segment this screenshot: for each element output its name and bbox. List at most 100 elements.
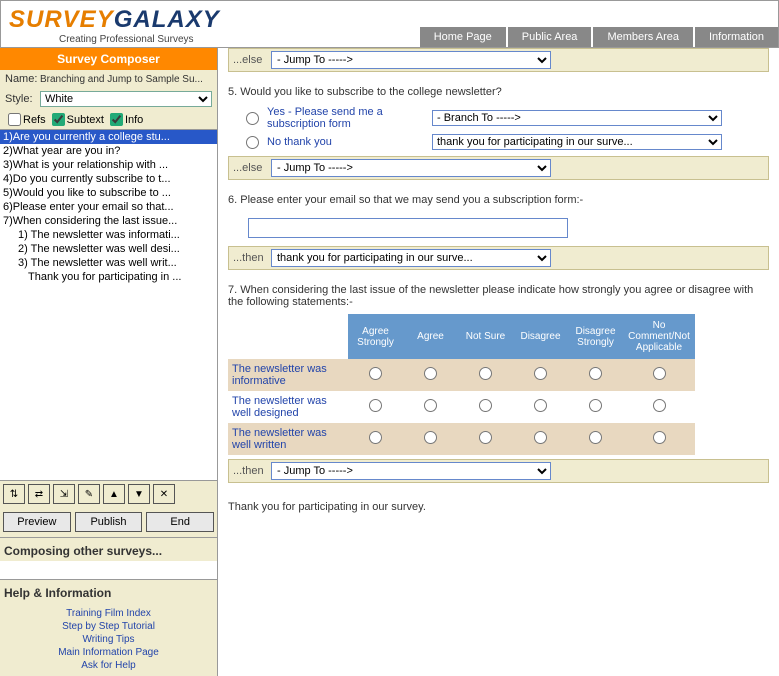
matrix-radio[interactable] — [534, 399, 547, 412]
q6-text: 6. Please enter your email so that we ma… — [228, 194, 769, 206]
q5-option-no: No thank you thank you for participating… — [228, 132, 769, 152]
q5-opt2-select[interactable]: thank you for participating in our surve… — [432, 134, 722, 150]
tool-btn[interactable]: ⇅ — [3, 484, 25, 504]
question-subitem[interactable]: 3) The newsletter was well writ... — [0, 256, 217, 270]
display-toggles: Refs Subtext Info — [0, 110, 217, 129]
refs-check[interactable]: Refs — [8, 113, 46, 126]
question-item[interactable]: 5)Would you like to subscribe to ... — [0, 186, 217, 200]
tool-btn[interactable]: ⇄ — [28, 484, 50, 504]
help-link[interactable]: Step by Step Tutorial — [4, 620, 213, 633]
help-link[interactable]: Ask for Help — [4, 659, 213, 672]
question-subitem[interactable]: 2) The newsletter was well desi... — [0, 242, 217, 256]
matrix-radio[interactable] — [369, 367, 382, 380]
else-label: ...else — [233, 162, 271, 174]
q7-then-select[interactable]: - Jump To -----> — [271, 462, 551, 480]
logo-tagline: Creating Professional Surveys — [9, 34, 299, 47]
matrix-radio[interactable] — [534, 431, 547, 444]
question-item[interactable]: 6)Please enter your email so that... — [0, 200, 217, 214]
q6-then-select[interactable]: thank you for participating in our surve… — [271, 249, 551, 267]
matrix-row: The newsletter was well designed — [228, 391, 695, 423]
col-head: Agree Strongly — [348, 314, 403, 359]
col-head: Not Sure — [458, 314, 513, 359]
matrix-radio[interactable] — [589, 399, 602, 412]
thanks-text: Thank you for participating in our surve… — [228, 501, 769, 513]
survey-style-row: Style: White — [0, 88, 217, 110]
matrix-radio[interactable] — [653, 431, 666, 444]
matrix-radio[interactable] — [534, 367, 547, 380]
matrix-radio[interactable] — [653, 399, 666, 412]
q5-opt2-label: No thank you — [267, 136, 432, 148]
q5-opt1-label: Yes - Please send me a subscription form — [267, 106, 432, 130]
q6-email-input[interactable] — [248, 218, 568, 238]
q7-text: 7. When considering the last issue of th… — [228, 284, 769, 308]
matrix-header: Agree Strongly Agree Not Sure Disagree D… — [228, 314, 695, 359]
publish-button[interactable]: Publish — [75, 512, 143, 532]
question-item[interactable]: 1)Are you currently a college stu... — [0, 130, 217, 144]
col-head: Disagree Strongly — [568, 314, 623, 359]
question-item[interactable]: 2)What year are you in? — [0, 144, 217, 158]
logo: SURVEYGALAXY Creating Professional Surve… — [9, 6, 299, 47]
name-label: Name: — [5, 73, 40, 85]
subtext-check[interactable]: Subtext — [52, 113, 104, 126]
matrix-radio[interactable] — [369, 431, 382, 444]
col-head: Disagree — [513, 314, 568, 359]
then-label: ...then — [233, 252, 271, 264]
q5-option-yes: Yes - Please send me a subscription form… — [228, 104, 769, 132]
nav-info[interactable]: Information — [694, 27, 778, 47]
row-label: The newsletter was informative — [228, 359, 348, 391]
q5-text: 5. Would you like to subscribe to the co… — [228, 86, 769, 98]
q6-then-row: ...then thank you for participating in o… — [228, 246, 769, 270]
question-item[interactable]: 4)Do you currently subscribe to t... — [0, 172, 217, 186]
help-link[interactable]: Training Film Index — [4, 607, 213, 620]
tool-btn[interactable]: ✕ — [153, 484, 175, 504]
row-label: The newsletter was well designed — [228, 391, 348, 423]
matrix-radio[interactable] — [424, 367, 437, 380]
matrix-radio[interactable] — [589, 431, 602, 444]
question-item[interactable]: 3)What is your relationship with ... — [0, 158, 217, 172]
matrix-radio[interactable] — [369, 399, 382, 412]
top-else-row: ...else - Jump To -----> — [228, 48, 769, 72]
tool-btn[interactable]: ▲ — [103, 484, 125, 504]
matrix-radio[interactable] — [424, 431, 437, 444]
matrix-row: The newsletter was informative — [228, 359, 695, 391]
preview-button[interactable]: Preview — [3, 512, 71, 532]
col-head: No Comment/Not Applicable — [623, 314, 695, 359]
nav-public[interactable]: Public Area — [507, 27, 592, 47]
then-label: ...then — [233, 465, 271, 477]
sidebar: Survey Composer Name: Branching and Jump… — [0, 48, 218, 676]
question-subitem[interactable]: Thank you for participating in ... — [0, 270, 217, 284]
logo-brand2: GALAXY — [114, 6, 220, 33]
row-label: The newsletter was well written — [228, 423, 348, 455]
end-button[interactable]: End — [146, 512, 214, 532]
composer-title: Survey Composer — [0, 48, 217, 70]
q5-opt1-select[interactable]: - Branch To -----> — [432, 110, 722, 126]
question-subitem[interactable]: 1) The newsletter was informati... — [0, 228, 217, 242]
matrix-row: The newsletter was well written — [228, 423, 695, 455]
matrix-radio[interactable] — [589, 367, 602, 380]
nav-home[interactable]: Home Page — [420, 27, 506, 47]
q5-radio-yes[interactable] — [246, 112, 259, 125]
info-check[interactable]: Info — [110, 113, 143, 126]
top-else-select[interactable]: - Jump To -----> — [271, 51, 551, 69]
matrix-radio[interactable] — [479, 367, 492, 380]
matrix-radio[interactable] — [479, 431, 492, 444]
q5-else-select[interactable]: - Jump To -----> — [271, 159, 551, 177]
q5-radio-no[interactable] — [246, 136, 259, 149]
logo-brand1: SURVEY — [9, 6, 114, 33]
question-list: 1)Are you currently a college stu... 2)W… — [0, 129, 217, 284]
else-label: ...else — [233, 54, 271, 66]
toolbar: ⇅ ⇄ ⇲ ✎ ▲ ▼ ✕ — [0, 480, 217, 507]
tool-btn[interactable]: ✎ — [78, 484, 100, 504]
question-item[interactable]: 7)When considering the last issue... — [0, 214, 217, 228]
style-select[interactable]: White — [40, 91, 212, 107]
style-label: Style: — [5, 93, 40, 105]
tool-btn[interactable]: ▼ — [128, 484, 150, 504]
other-surveys-head[interactable]: Composing other surveys... — [0, 537, 217, 561]
matrix-radio[interactable] — [479, 399, 492, 412]
matrix-radio[interactable] — [424, 399, 437, 412]
tool-btn[interactable]: ⇲ — [53, 484, 75, 504]
help-link[interactable]: Writing Tips — [4, 633, 213, 646]
help-link[interactable]: Main Information Page — [4, 646, 213, 659]
nav-members[interactable]: Members Area — [592, 27, 693, 47]
matrix-radio[interactable] — [653, 367, 666, 380]
